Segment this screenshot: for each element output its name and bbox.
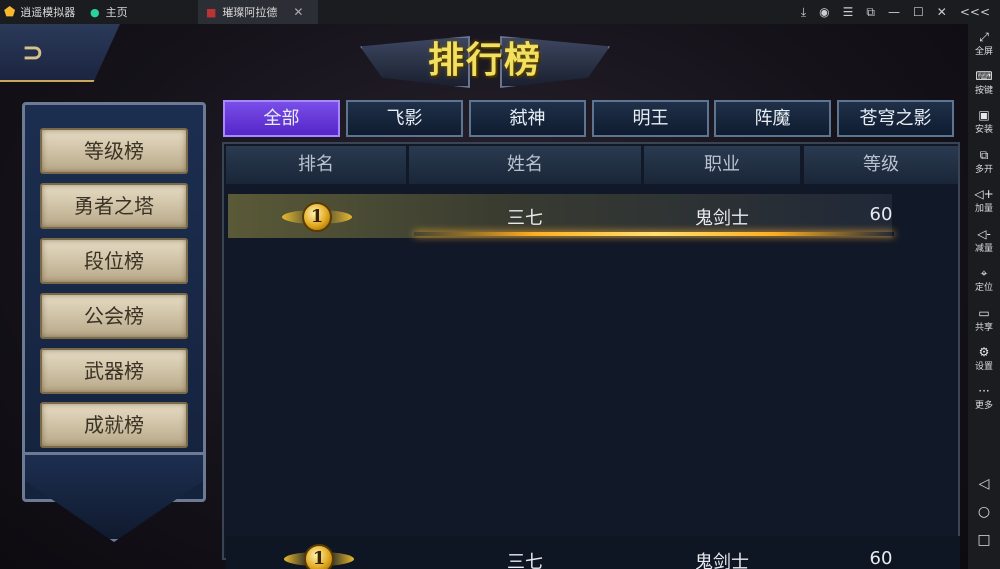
my-name: 三七 xyxy=(507,552,543,569)
tab-home-label: 主页 xyxy=(105,6,128,19)
row-highlight-glow xyxy=(414,232,894,236)
sidebar-label: 多开 xyxy=(974,165,993,175)
share-folder-icon: ▭ xyxy=(978,306,990,320)
emulator-logo-icon: ⬟ xyxy=(4,4,16,20)
sidebar-label: 更多 xyxy=(974,401,993,411)
row-level: 60 xyxy=(869,204,893,225)
apk-install-icon: ▣ xyxy=(978,108,990,122)
tab-cangqiong[interactable]: 苍穹之影 xyxy=(837,100,954,137)
gold-medal-icon: 1 xyxy=(302,202,332,232)
emulator-sidebar: ⤢ 全屏 ⌨ 按键 ▣ 安装 ⧉ 多开 ◁+ 加量 ◁- 减量 ⌖ 定位 ▭ 共… xyxy=(968,24,1000,569)
window-controls: ⤓ ◉ ☰ ⧉ — ☐ ✕ <<< xyxy=(801,0,990,24)
leaderboard-banner: 排行榜 xyxy=(360,28,610,98)
tab-all[interactable]: 全部 xyxy=(223,100,340,137)
my-job: 鬼剑士 xyxy=(695,552,749,569)
screenshot-icon[interactable]: ⤓ xyxy=(801,5,806,20)
sidebar-item-install[interactable]: ▣ 安装 xyxy=(968,108,1000,135)
menu-icon[interactable]: ☰ xyxy=(843,5,854,19)
sidebar-item-settings[interactable]: ⚙ 设置 xyxy=(968,345,1000,372)
category-panel: 等级榜 勇者之塔 段位榜 公会榜 武器榜 成就榜 xyxy=(16,102,212,542)
sidebar-label: 安装 xyxy=(974,125,993,135)
location-icon: ⌖ xyxy=(980,266,988,280)
android-back-button[interactable]: ◁ xyxy=(968,476,1000,492)
volume-up-icon: ◁+ xyxy=(974,187,994,201)
volume-down-icon: ◁- xyxy=(977,227,991,241)
back-arrow-icon: ⊃ xyxy=(22,38,44,68)
sidebar-label: 加量 xyxy=(974,204,993,214)
sidebar-item-volume-down[interactable]: ◁- 减量 xyxy=(968,227,1000,254)
collapse-sidebar-button[interactable]: <<< xyxy=(960,5,990,19)
home-tab-icon: ● xyxy=(90,5,100,19)
menu-tower-rank[interactable]: 勇者之塔 xyxy=(40,183,188,229)
my-level: 60 xyxy=(869,548,893,569)
game-viewport: ⊃ 排行榜 全部 飞影 弑神 明王 阵魔 苍穹之影 等级榜 勇者之塔 段位榜 公… xyxy=(0,24,968,569)
tab-home[interactable]: ● 主页 xyxy=(82,0,136,24)
row-job: 鬼剑士 xyxy=(695,208,749,229)
tab-game[interactable]: ■ 璀璨阿拉德 ✕ xyxy=(198,0,318,24)
emulator-app-name: 逍遥模拟器 xyxy=(20,6,76,19)
header-rank: 排名 xyxy=(226,146,406,184)
back-button[interactable]: ⊃ xyxy=(0,24,120,82)
game-tab-icon: ■ xyxy=(206,5,217,19)
android-recent-button[interactable]: □ xyxy=(968,532,1000,548)
ranking-table: 排名 姓名 职业 等级 1 三七 鬼剑士 60 1 三七 鬼剑士 60 xyxy=(222,142,960,569)
sidebar-label: 减量 xyxy=(974,244,993,254)
sidebar-label: 定位 xyxy=(974,283,993,293)
more-icon: ··· xyxy=(978,384,990,398)
sidebar-label: 按键 xyxy=(974,86,993,96)
close-button[interactable]: ✕ xyxy=(937,5,947,19)
settings-icon: ⚙ xyxy=(978,345,990,359)
emulator-titlebar: ⬟ 逍遥模拟器 ● 主页 ■ 璀璨阿拉德 ✕ ⤓ ◉ ☰ ⧉ — ☐ ✕ <<< xyxy=(0,0,1000,24)
sidebar-item-keymap[interactable]: ⌨ 按键 xyxy=(968,69,1000,96)
sidebar-item-location[interactable]: ⌖ 定位 xyxy=(968,266,1000,293)
tab-zhenmo[interactable]: 阵魔 xyxy=(714,100,831,137)
tab-shishen[interactable]: 弑神 xyxy=(469,100,586,137)
page-title: 排行榜 xyxy=(427,40,542,81)
menu-tier-rank[interactable]: 段位榜 xyxy=(40,238,188,284)
menu-weapon-rank[interactable]: 武器榜 xyxy=(40,348,188,394)
sidebar-label: 设置 xyxy=(974,362,993,372)
sidebar-label: 全屏 xyxy=(974,47,993,57)
sidebar-item-fullscreen[interactable]: ⤢ 全屏 xyxy=(968,30,1000,57)
header-level: 等级 xyxy=(804,146,958,184)
multi-instance-icon: ⧉ xyxy=(979,148,989,162)
tab-game-label: 璀璨阿拉德 xyxy=(222,6,278,19)
tab-mingwang[interactable]: 明王 xyxy=(592,100,709,137)
header-name: 姓名 xyxy=(409,146,641,184)
menu-level-rank[interactable]: 等级榜 xyxy=(40,128,188,174)
emulator-app-tab[interactable]: ⬟ 逍遥模拟器 xyxy=(4,0,75,24)
sidebar-item-multi[interactable]: ⧉ 多开 xyxy=(968,148,1000,175)
menu-guild-rank[interactable]: 公会榜 xyxy=(40,293,188,339)
tab-feiying[interactable]: 飞影 xyxy=(346,100,463,137)
sidebar-item-volume-up[interactable]: ◁+ 加量 xyxy=(968,187,1000,214)
maximize-button[interactable]: ☐ xyxy=(913,5,924,19)
sidebar-item-more[interactable]: ··· 更多 xyxy=(968,384,1000,411)
pin-icon[interactable]: ⧉ xyxy=(866,5,875,20)
fullscreen-icon: ⤢ xyxy=(979,30,989,44)
android-home-button[interactable]: ○ xyxy=(968,504,1000,520)
minimize-button[interactable]: — xyxy=(888,5,900,19)
header-job: 职业 xyxy=(644,146,800,184)
row-name: 三七 xyxy=(507,208,543,229)
sidebar-item-share[interactable]: ▭ 共享 xyxy=(968,306,1000,333)
class-tabs: 全部 飞影 弑神 明王 阵魔 苍穹之影 xyxy=(223,100,968,138)
my-gold-medal-icon: 1 xyxy=(304,544,334,569)
tab-close-button[interactable]: ✕ xyxy=(293,5,303,19)
sidebar-label: 共享 xyxy=(974,323,993,333)
account-icon[interactable]: ◉ xyxy=(819,5,829,19)
category-panel-ornament xyxy=(22,452,206,542)
menu-achievement-rank[interactable]: 成就榜 xyxy=(40,402,188,448)
keyboard-icon: ⌨ xyxy=(975,69,993,83)
